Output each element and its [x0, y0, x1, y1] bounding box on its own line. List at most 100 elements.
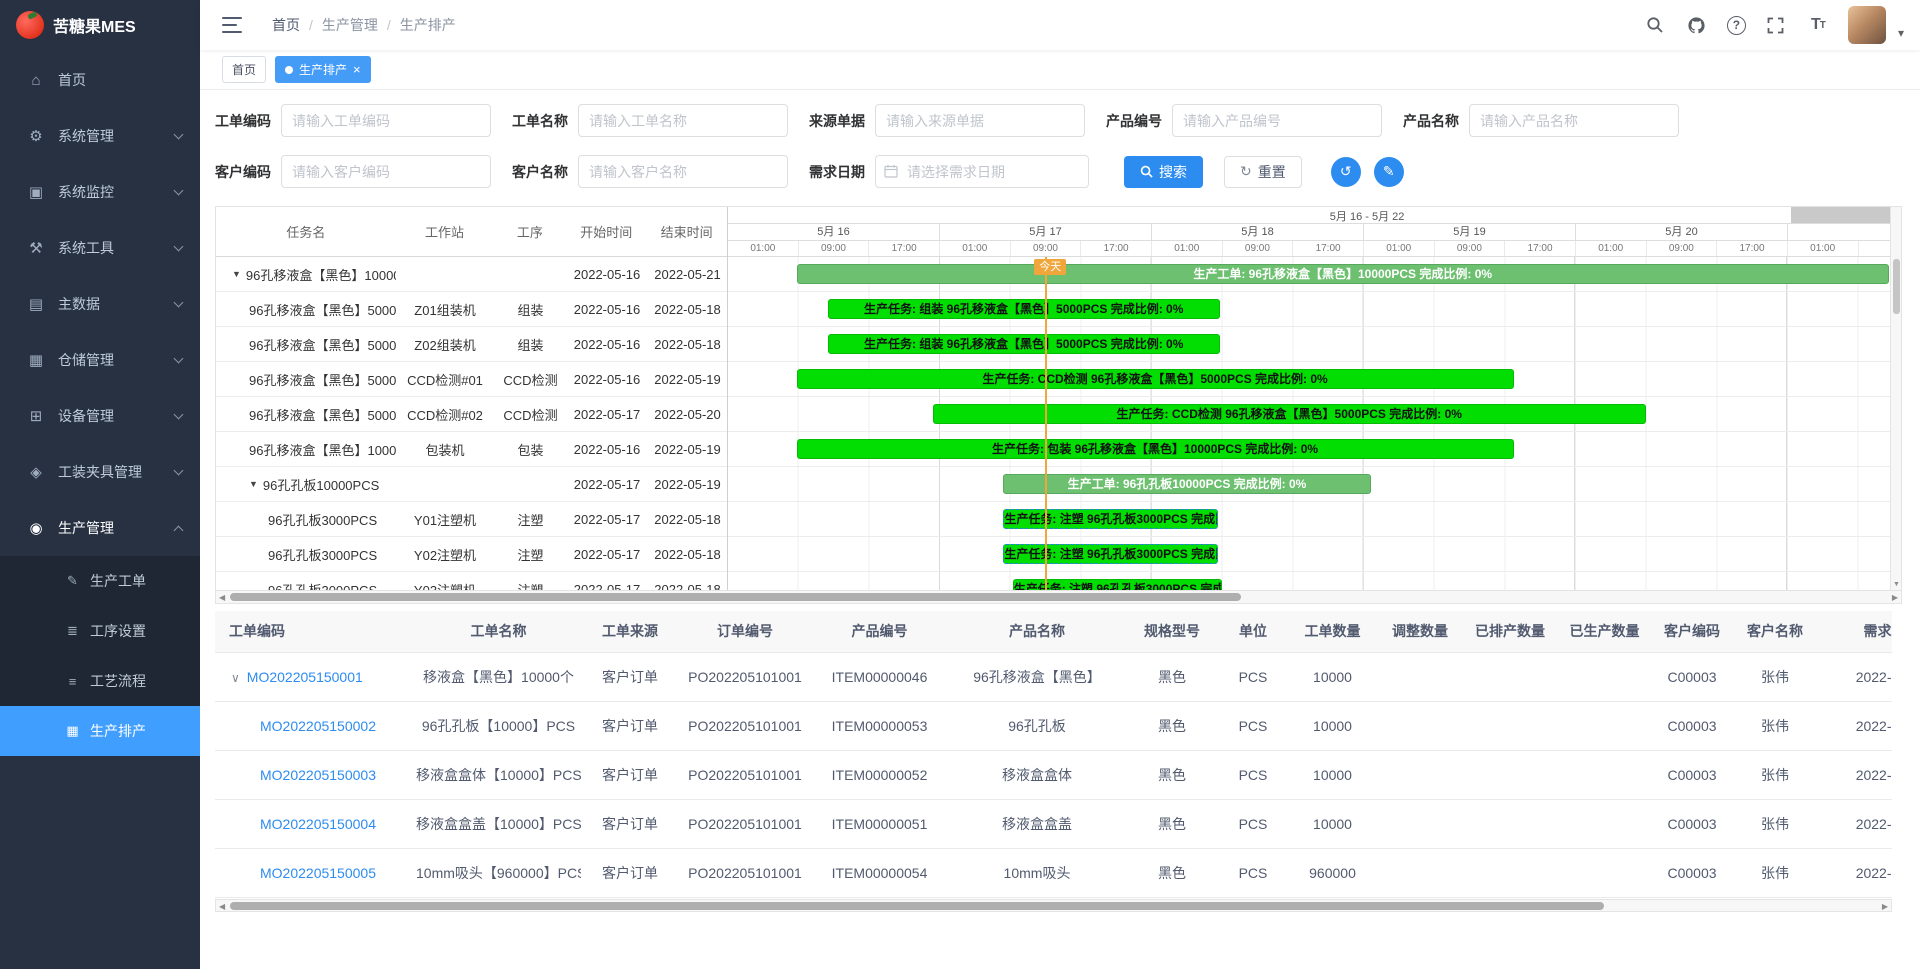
sidebar-subitem[interactable]: ≡工艺流程 [0, 656, 200, 706]
filter-input[interactable] [281, 155, 491, 188]
sidebar-item[interactable]: ◈工装夹具管理 [0, 444, 200, 500]
fullscreen-icon[interactable] [1764, 13, 1788, 37]
scrollbar-thumb[interactable] [230, 593, 1241, 601]
filter-input[interactable] [1172, 104, 1382, 137]
sidebar-item[interactable]: ▦仓储管理 [0, 332, 200, 388]
production-task-bar[interactable]: 生产任务: 组装 96孔移液盒【黑色】5000PCS 完成比例: 0% [828, 299, 1220, 319]
production-task-bar[interactable]: 生产任务: 注塑 96孔孔板3000PCS 完成比例: 0% [1003, 544, 1218, 564]
orders-column-header[interactable]: 产品编号 [811, 611, 948, 652]
production-task-bar[interactable]: 生产任务: 组装 96孔移液盒【黑色】5000PCS 完成比例: 0% [828, 334, 1220, 354]
production-task-bar[interactable]: 生产任务: CCD检测 96孔移液盒【黑色】5000PCS 完成比例: 0% [797, 369, 1514, 389]
sidebar-subitem[interactable]: ≣工序设置 [0, 606, 200, 656]
order-code-link[interactable]: MO202205150002 [215, 718, 376, 734]
help-icon[interactable]: ? [1727, 16, 1746, 35]
reset-button[interactable]: ↻ 重置 [1224, 156, 1302, 188]
orders-column-header[interactable]: 需求日期 [1818, 611, 1892, 652]
gantt-task-row[interactable]: 96孔移液盒【黑色】5000PCSCCD检测#02CCD检测2022-05-17… [216, 397, 727, 432]
gantt-task-row[interactable]: 96孔孔板3000PCSY02注塑机注塑2022-05-172022-05-18 [216, 537, 727, 572]
work-order-bar[interactable]: 生产工单: 96孔孔板10000PCS 完成比例: 0% [1003, 474, 1370, 494]
tab[interactable]: 生产排产× [275, 56, 371, 83]
gantt-task-row[interactable]: 96孔移液盒【黑色】5000PCSZ01组装机组装2022-05-162022-… [216, 292, 727, 327]
work-order-bar[interactable]: 生产工单: 96孔移液盒【黑色】10000PCS 完成比例: 0% [797, 264, 1889, 284]
orders-column-header[interactable]: 产品名称 [948, 611, 1126, 652]
sidebar-subitem[interactable]: ▦生产排产 [0, 706, 200, 756]
filter-input[interactable] [875, 104, 1085, 137]
gantt-task-row[interactable]: ▼96孔移液盒【黑色】10000PCS2022-05-162022-05-21 [216, 257, 727, 292]
production-task-bar[interactable]: 生产任务: 注塑 96孔孔板3000PCS 完成比例: 0% [1013, 579, 1222, 590]
orders-column-header[interactable]: 工单来源 [581, 611, 679, 652]
gantt-table-body: ▼96孔移液盒【黑色】10000PCS2022-05-162022-05-219… [216, 257, 727, 590]
scrollbar-thumb[interactable] [1893, 259, 1900, 314]
edit-circle-button[interactable]: ✎ [1374, 157, 1404, 187]
avatar[interactable] [1848, 6, 1886, 44]
orders-column-header[interactable]: 调整数量 [1377, 611, 1463, 652]
order-code-link[interactable]: MO202205150003 [215, 767, 376, 783]
filter-input[interactable] [578, 104, 788, 137]
menu-fold-icon[interactable] [222, 17, 242, 33]
orders-column-header[interactable]: 已生产数量 [1557, 611, 1652, 652]
search-icon[interactable] [1643, 13, 1667, 37]
chevron-down-icon[interactable]: ▾ [1898, 26, 1904, 44]
task-start-date: 2022-05-17 [567, 407, 647, 422]
orders-column-header[interactable]: 单位 [1218, 611, 1288, 652]
order-code-link[interactable]: MO202205150001 [247, 669, 363, 685]
order-code-link[interactable]: MO202205150004 [215, 816, 376, 832]
filter-input[interactable] [281, 104, 491, 137]
app-logo-icon [16, 11, 44, 39]
filter-input[interactable] [1469, 104, 1679, 137]
github-icon[interactable] [1685, 13, 1709, 37]
orders-column-header[interactable]: 规格型号 [1126, 611, 1218, 652]
scroll-right-arrow-icon[interactable]: ▶ [1882, 901, 1888, 912]
sidebar-item[interactable]: ▤主数据 [0, 276, 200, 332]
orders-column-header[interactable]: 工单名称 [416, 611, 581, 652]
scroll-down-arrow-icon[interactable]: ▼ [1893, 581, 1900, 588]
sidebar-item[interactable]: ⚒系统工具 [0, 220, 200, 276]
scroll-right-arrow-icon[interactable]: ▶ [1892, 592, 1898, 603]
breadcrumb-item[interactable]: 生产排产 [400, 15, 456, 35]
tab[interactable]: 首页 [222, 56, 266, 83]
font-size-icon[interactable]: TT [1806, 13, 1830, 37]
orders-column-header[interactable]: 客户编码 [1652, 611, 1732, 652]
orders-column-header[interactable]: 客户名称 [1732, 611, 1818, 652]
breadcrumb-item[interactable]: 生产管理 [322, 15, 378, 35]
gantt-task-row[interactable]: 96孔移液盒【黑色】5000PCSCCD检测#01CCD检测2022-05-16… [216, 362, 727, 397]
sidebar-item[interactable]: ▣系统监控 [0, 164, 200, 220]
date-input[interactable] [875, 155, 1089, 188]
gantt-task-row[interactable]: 96孔移液盒【黑色】10000PCS包装机包装2022-05-162022-05… [216, 432, 727, 467]
search-button[interactable]: 搜索 [1124, 156, 1203, 188]
sidebar-item[interactable]: ⌂首页 [0, 52, 200, 108]
production-task-bar[interactable]: 生产任务: 注塑 96孔孔板3000PCS 完成比例: 0% [1003, 509, 1218, 529]
gantt-horizontal-scrollbar[interactable]: ◀ ▶ [215, 591, 1902, 604]
collapse-triangle-icon[interactable]: ▼ [232, 269, 241, 279]
scrollbar-thumb[interactable] [230, 902, 1604, 910]
customer-name: 张伟 [1732, 848, 1818, 897]
filter-input[interactable] [578, 155, 788, 188]
gantt-task-row[interactable]: 96孔孔板3000PCSY01注塑机注塑2022-05-172022-05-18 [216, 502, 727, 537]
sidebar-item[interactable]: ⚙系统管理 [0, 108, 200, 164]
table-row: MO20220515000510mm吸头【960000】PCS客户订单PO202… [215, 848, 1892, 897]
order-code-link[interactable]: MO202205150005 [215, 865, 376, 881]
collapse-triangle-icon[interactable]: ▼ [249, 479, 258, 489]
sidebar-subitem[interactable]: ✎生产工单 [0, 556, 200, 606]
chevron-down-icon[interactable]: ∨ [231, 671, 240, 685]
gantt-task-row[interactable]: 96孔移液盒【黑色】5000PCSZ02组装机组装2022-05-162022-… [216, 327, 727, 362]
orders-column-header[interactable]: 工单数量 [1288, 611, 1377, 652]
orders-horizontal-scrollbar[interactable]: ◀ ▶ [215, 899, 1892, 912]
orders-column-header[interactable]: 订单编号 [679, 611, 811, 652]
production-task-bar[interactable]: 生产任务: CCD检测 96孔移液盒【黑色】5000PCS 完成比例: 0% [933, 404, 1646, 424]
task-name-text: 96孔移液盒【黑色】5000PCS [249, 370, 396, 389]
scroll-left-arrow-icon[interactable]: ◀ [219, 901, 225, 912]
gantt-vertical-scrollbar[interactable]: ▼ [1890, 207, 1901, 590]
app-logo[interactable]: 苦糖果MES [0, 0, 200, 50]
production-task-bar[interactable]: 生产任务: 包装 96孔移液盒【黑色】10000PCS 完成比例: 0% [797, 439, 1514, 459]
scroll-left-arrow-icon[interactable]: ◀ [219, 592, 225, 603]
orders-column-header[interactable]: 工单编码 [215, 611, 416, 652]
gantt-task-row[interactable]: ▼96孔孔板10000PCS2022-05-172022-05-19 [216, 467, 727, 502]
orders-column-header[interactable]: 已排产数量 [1463, 611, 1557, 652]
sidebar-item[interactable]: ⊞设备管理 [0, 388, 200, 444]
breadcrumb-item[interactable]: 首页 [272, 15, 300, 35]
sidebar-item[interactable]: ◉生产管理 [0, 500, 200, 556]
close-icon[interactable]: × [353, 63, 361, 76]
refresh-circle-button[interactable]: ↺ [1331, 157, 1361, 187]
gantt-task-row[interactable]: 96孔孔板3000PCSY03注塑机注塑2022-05-172022-05-18 [216, 572, 727, 590]
